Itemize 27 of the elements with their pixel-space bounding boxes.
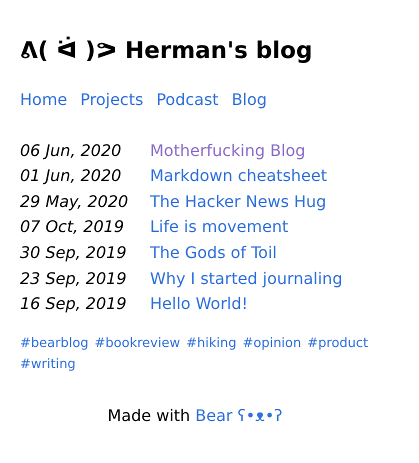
post-link[interactable]: Motherfucking Blog <box>150 138 306 164</box>
post-date: 23 Sep, 2019 <box>20 268 128 290</box>
tag-link[interactable]: #product <box>307 332 368 354</box>
nav-link[interactable]: Projects <box>80 88 144 112</box>
tag-link[interactable]: #hiking <box>186 332 236 354</box>
post-date: 07 Oct, 2019 <box>20 216 125 238</box>
tag-link[interactable]: #bearblog <box>20 332 89 354</box>
post-date: 29 May, 2020 <box>20 190 130 213</box>
tag-link[interactable]: #writing <box>20 354 76 375</box>
nav-link[interactable]: Blog <box>232 88 267 112</box>
nav-link[interactable]: Podcast <box>156 88 219 112</box>
post-link[interactable]: Why I started journaling <box>150 266 342 292</box>
post-link[interactable]: The Hacker News Hug <box>150 188 326 214</box>
post-link[interactable]: Life is movement <box>150 214 288 240</box>
tag-link[interactable]: #bookreview <box>94 332 180 354</box>
post-link[interactable]: The Gods of Toil <box>150 240 277 266</box>
tag-link[interactable]: #opinion <box>242 332 302 354</box>
post-date: 01 Jun, 2020 <box>20 165 122 188</box>
blog-title: ᕕ( ᐛ )ᕗ Herman's blog <box>20 38 314 66</box>
nav-link[interactable]: Home <box>20 88 68 112</box>
post-link[interactable]: Markdown cheatsheet <box>150 163 328 189</box>
post-date: 30 Sep, 2019 <box>20 242 128 264</box>
footer-link[interactable]: Bear ʕ•ᴥ•ʔ <box>195 406 282 425</box>
footer-text: Made with <box>108 406 190 425</box>
post-date: 16 Sep, 2019 <box>20 293 128 316</box>
post-date: 06 Jun, 2020 <box>20 140 122 162</box>
post-link[interactable]: Hello World! <box>150 291 248 317</box>
